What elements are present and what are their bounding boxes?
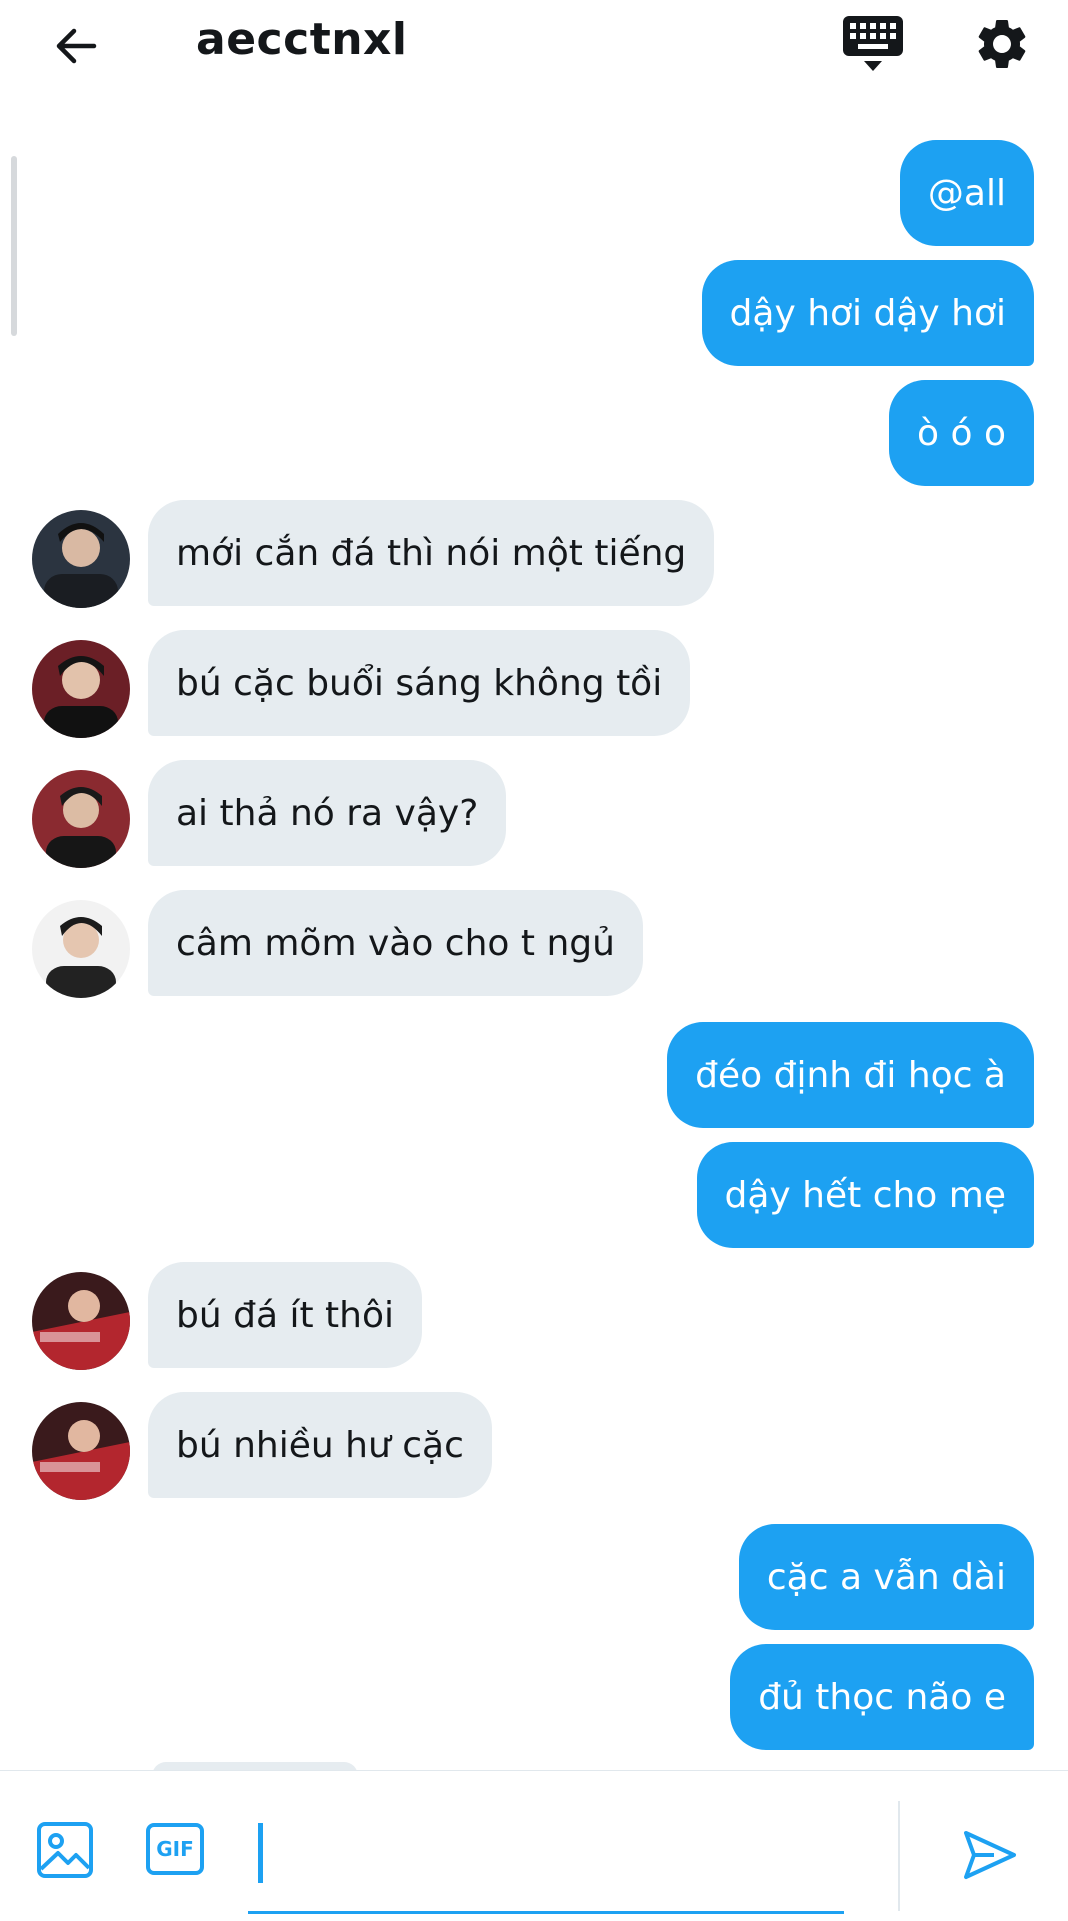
outgoing-message[interactable]: dậy hơi dậy hơi xyxy=(701,260,1034,366)
avatar[interactable] xyxy=(32,1402,130,1500)
message-input[interactable] xyxy=(258,1823,263,1883)
scrollbar[interactable] xyxy=(11,156,17,336)
outgoing-message[interactable]: cặc a vẫn dài xyxy=(738,1524,1034,1630)
image-icon xyxy=(37,1822,93,1878)
settings-button[interactable] xyxy=(972,14,1032,74)
avatar[interactable] xyxy=(32,900,130,998)
outgoing-message[interactable]: dậy hết cho mẹ xyxy=(696,1142,1034,1248)
composer-divider xyxy=(898,1801,900,1911)
avatar-image xyxy=(32,900,130,998)
avatar[interactable] xyxy=(32,510,130,608)
outgoing-message[interactable]: @all xyxy=(899,140,1034,246)
incoming-message[interactable]: ai thả nó ra vậy? xyxy=(148,760,507,866)
avatar[interactable] xyxy=(32,1272,130,1370)
incoming-message[interactable]: mới cắn đá thì nói một tiếng xyxy=(148,500,715,606)
send-button[interactable] xyxy=(960,1825,1020,1885)
avatar-image xyxy=(32,640,130,738)
message-composer: GIF xyxy=(0,1770,1068,1921)
incoming-message[interactable]: bú nhiều hư cặc xyxy=(148,1392,492,1498)
incoming-message[interactable]: bú cặc buổi sáng không tồi xyxy=(148,630,691,736)
keyboard-icon xyxy=(843,16,903,71)
back-button[interactable] xyxy=(48,18,104,74)
avatar-image xyxy=(32,1272,130,1370)
avatar[interactable] xyxy=(32,640,130,738)
conversation-header: aecctnxl xyxy=(0,0,1068,90)
arrow-left-icon xyxy=(56,28,97,64)
add-image-button[interactable] xyxy=(36,1821,94,1879)
conversation-title[interactable]: aecctnxl xyxy=(196,14,408,65)
keyboard-toggle-button[interactable] xyxy=(840,14,906,74)
avatar-image xyxy=(32,510,130,608)
send-icon xyxy=(964,1831,1016,1879)
outgoing-message[interactable]: ò ó o xyxy=(889,380,1034,486)
outgoing-message[interactable]: đủ thọc não e xyxy=(730,1644,1034,1750)
gear-icon xyxy=(978,20,1026,68)
avatar-image xyxy=(32,1402,130,1500)
input-underline xyxy=(248,1911,844,1914)
gif-button[interactable]: GIF xyxy=(146,1823,204,1875)
avatar-image xyxy=(32,770,130,868)
avatar[interactable] xyxy=(32,770,130,868)
outgoing-message[interactable]: đéo định đi học à xyxy=(667,1022,1034,1128)
incoming-message[interactable]: bú đá ít thôi xyxy=(148,1262,422,1368)
incoming-message[interactable]: câm mõm vào cho t ngủ xyxy=(148,890,643,996)
